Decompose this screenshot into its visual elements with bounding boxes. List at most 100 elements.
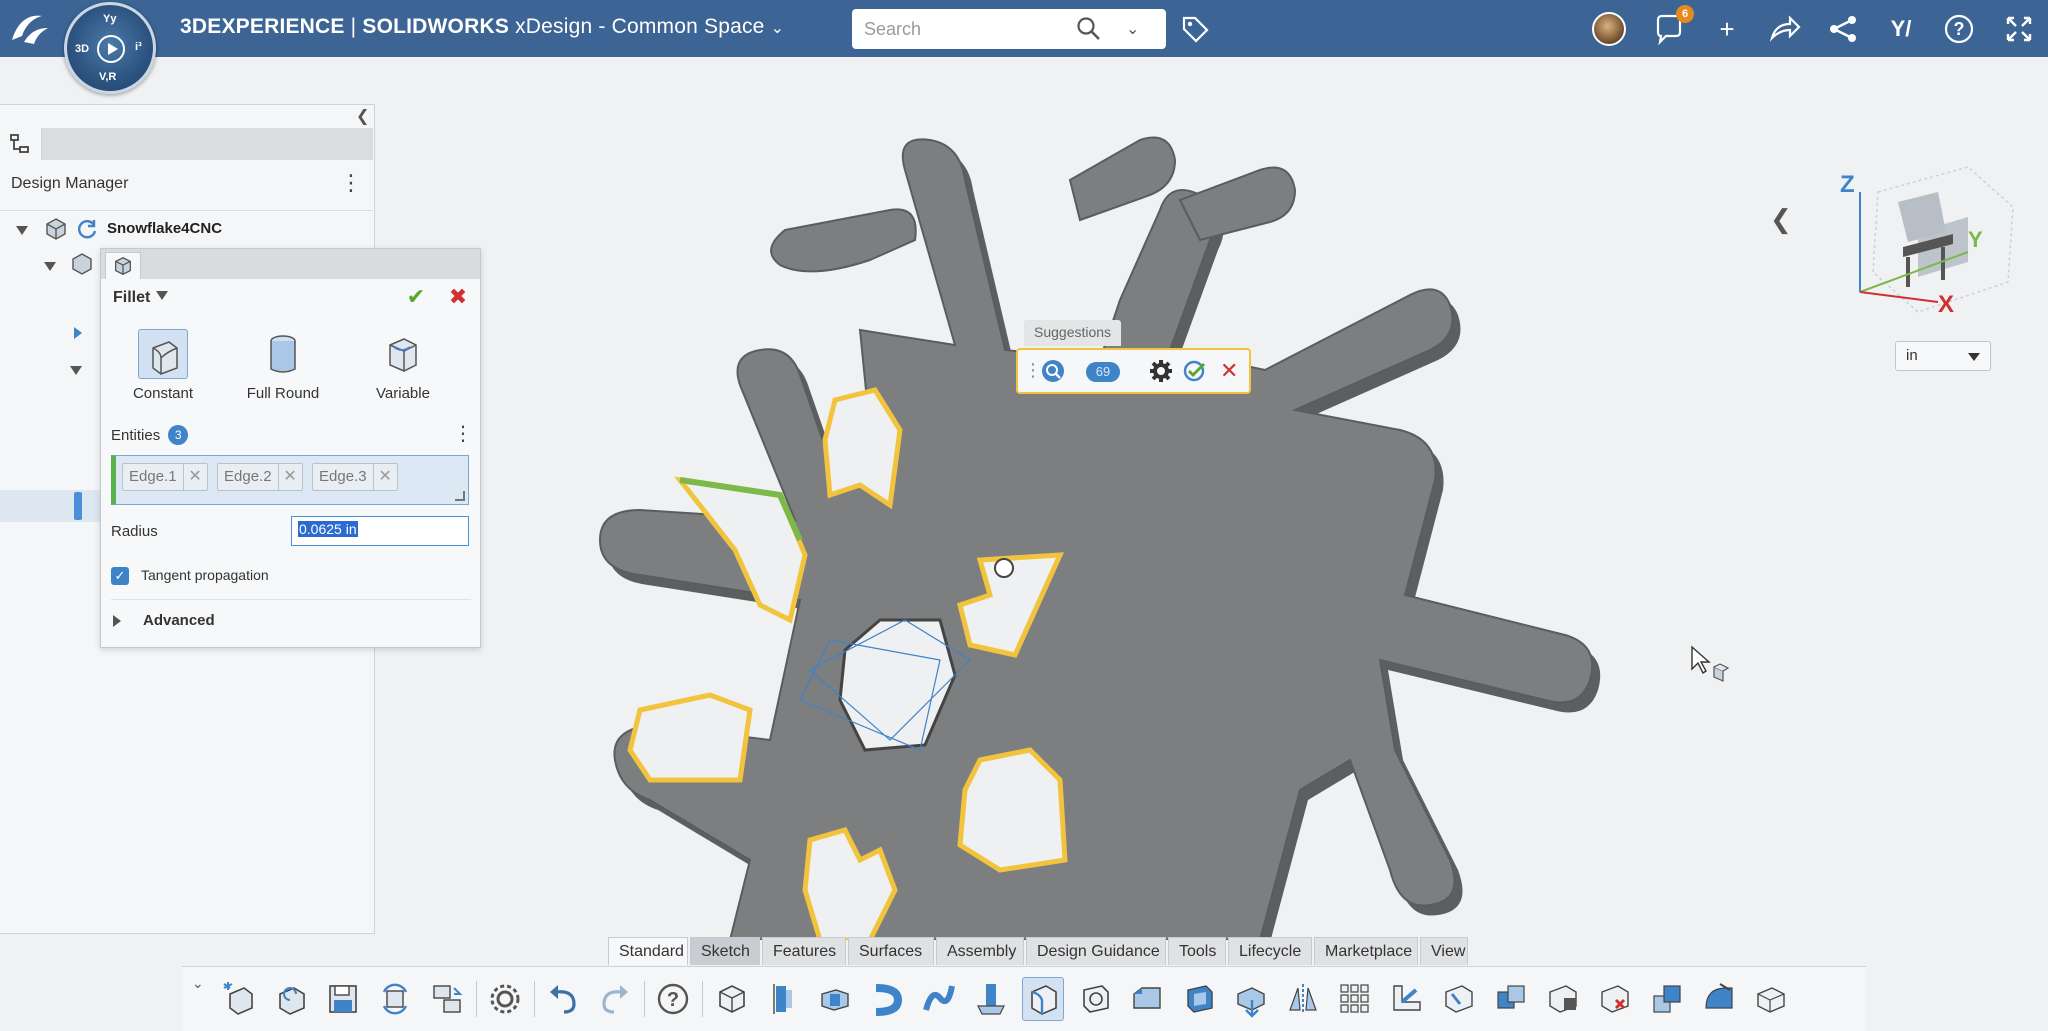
edge-chip[interactable]: Edge.2 ✕ <box>217 463 303 491</box>
revolve-icon[interactable] <box>762 977 804 1021</box>
entities-more-icon[interactable]: ⋮ <box>453 421 473 446</box>
unit-select[interactable]: in <box>1895 341 1991 371</box>
replace-icon[interactable] <box>426 977 468 1021</box>
shell-icon[interactable] <box>1074 977 1116 1021</box>
thicken-icon[interactable] <box>1750 977 1792 1021</box>
fullscreen-icon[interactable] <box>2002 12 2036 46</box>
search-options-chevron-icon[interactable]: ⌄ <box>1126 19 1139 39</box>
collapse-panel-icon[interactable]: ❮ <box>356 106 369 126</box>
suggestions-count-badge[interactable]: 69 <box>1086 362 1120 382</box>
view-cube[interactable]: Z Y X <box>1828 162 2018 317</box>
loft-icon[interactable] <box>866 977 908 1021</box>
tab-marketplace[interactable]: Marketplace <box>1314 937 1418 965</box>
tab-assembly[interactable]: Assembly <box>936 937 1024 965</box>
design-manager-more-icon[interactable]: ⋮ <box>340 170 362 200</box>
tree-expanded-row[interactable] <box>70 362 82 379</box>
fillet-type-variable[interactable]: Variable <box>353 329 453 413</box>
move-body-icon[interactable] <box>1230 977 1272 1021</box>
collapse-icon[interactable] <box>74 327 82 339</box>
fillet-type-full-round[interactable]: Full Round <box>233 329 333 413</box>
snowflake-model[interactable] <box>560 100 1640 940</box>
tab-tools[interactable]: Tools <box>1168 937 1226 965</box>
redo-icon[interactable] <box>594 977 636 1021</box>
remove-edge-icon[interactable]: ✕ <box>277 464 302 490</box>
share-icon[interactable] <box>1768 12 1802 46</box>
search-input[interactable] <box>864 17 1064 41</box>
accept-suggestion-icon[interactable] <box>1182 358 1208 384</box>
compass-widget[interactable]: Yy 3D i³ V,R <box>64 2 156 94</box>
rebuild-icon[interactable] <box>75 217 99 241</box>
advanced-section-toggle[interactable]: Advanced <box>143 612 215 629</box>
tab-surfaces[interactable]: Surfaces <box>848 937 934 965</box>
cut-icon[interactable] <box>970 977 1012 1021</box>
tab-view[interactable]: View <box>1420 937 1468 965</box>
chevron-down-icon[interactable] <box>1968 353 1980 361</box>
chamfer-icon[interactable] <box>1126 977 1168 1021</box>
play-icon[interactable] <box>97 35 125 63</box>
tangent-propagation-checkbox[interactable]: ✓ <box>111 567 129 585</box>
rib-icon[interactable] <box>1386 977 1428 1021</box>
copy-body-icon[interactable] <box>1646 977 1688 1021</box>
split-icon[interactable] <box>1542 977 1584 1021</box>
edge-chip[interactable]: Edge.1 ✕ <box>122 463 208 491</box>
expand-icon[interactable] <box>44 262 56 271</box>
mirror-icon[interactable] <box>1282 977 1324 1021</box>
chevron-left-icon[interactable]: ❮ <box>1770 204 1792 235</box>
add-icon[interactable]: + <box>1710 12 1744 46</box>
draft-icon[interactable] <box>1178 977 1220 1021</box>
fillet-title[interactable]: Fillet <box>113 289 169 307</box>
open-icon[interactable] <box>270 977 312 1021</box>
chevron-down-icon[interactable]: ⌄ <box>771 18 785 38</box>
cancel-button[interactable]: ✖ <box>446 285 470 309</box>
delete-body-icon[interactable] <box>1594 977 1636 1021</box>
flex-icon[interactable] <box>1698 977 1740 1021</box>
tree-root-row[interactable] <box>16 222 28 239</box>
hole-icon[interactable] <box>1438 977 1480 1021</box>
tag-icon[interactable] <box>1180 14 1210 44</box>
expand-icon[interactable] <box>16 226 28 235</box>
tab-fillet-feature[interactable] <box>105 252 141 279</box>
search-icon[interactable] <box>1076 16 1102 42</box>
tab-standard[interactable]: Standard <box>608 937 688 965</box>
tree-root-label[interactable]: Snowflake4CNC <box>107 220 222 237</box>
entities-selection-box[interactable]: Edge.1 ✕ Edge.2 ✕ Edge.3 ✕ <box>111 455 469 505</box>
search-box[interactable]: ⌄ <box>852 9 1166 49</box>
close-icon[interactable]: ✕ <box>1220 357 1238 385</box>
help-icon[interactable]: ? <box>1942 12 1976 46</box>
tree-child-row[interactable] <box>44 258 56 275</box>
tab-lifecycle[interactable]: Lifecycle <box>1228 937 1312 965</box>
fillet-icon[interactable] <box>1022 977 1064 1021</box>
combine-icon[interactable] <box>1490 977 1532 1021</box>
chevron-down-icon[interactable] <box>156 291 169 300</box>
tab-features[interactable]: Features <box>762 937 846 965</box>
save-icon[interactable] <box>322 977 364 1021</box>
help-icon[interactable]: ? <box>652 977 694 1021</box>
confirm-button[interactable]: ✔ <box>404 285 428 309</box>
radius-input[interactable]: 0.0625 in <box>291 516 469 546</box>
remove-edge-icon[interactable]: ✕ <box>182 464 207 490</box>
new-icon[interactable] <box>218 977 260 1021</box>
undo-icon[interactable] <box>542 977 584 1021</box>
expand-icon[interactable] <box>70 366 82 375</box>
sweep-path-icon[interactable] <box>918 977 960 1021</box>
sweep-icon[interactable] <box>814 977 856 1021</box>
gear-icon[interactable] <box>1148 358 1174 384</box>
rebuild-icon[interactable] <box>374 977 416 1021</box>
extrude-icon[interactable] <box>710 977 752 1021</box>
remove-edge-icon[interactable]: ✕ <box>372 464 397 490</box>
tab-design-tree[interactable] <box>0 128 42 160</box>
edge-chip[interactable]: Edge.3 ✕ <box>312 463 398 491</box>
expand-advanced-icon[interactable] <box>113 615 121 627</box>
resize-handle-icon[interactable] <box>455 491 465 501</box>
dassault-logo-icon[interactable] <box>8 10 52 48</box>
apps-icon[interactable]: Y/ <box>1884 12 1918 46</box>
selected-tree-row[interactable] <box>0 490 100 522</box>
tab-sketch[interactable]: Sketch <box>690 937 760 965</box>
pattern-icon[interactable] <box>1334 977 1376 1021</box>
gear-icon[interactable] <box>484 977 526 1021</box>
tree-collapsed-row[interactable] <box>74 326 82 343</box>
toolbar-collapse-chevron-icon[interactable]: ⌄ <box>192 975 204 992</box>
network-share-icon[interactable] <box>1826 12 1860 46</box>
suggestion-search-icon[interactable] <box>1040 358 1066 384</box>
user-avatar[interactable] <box>1592 12 1626 46</box>
